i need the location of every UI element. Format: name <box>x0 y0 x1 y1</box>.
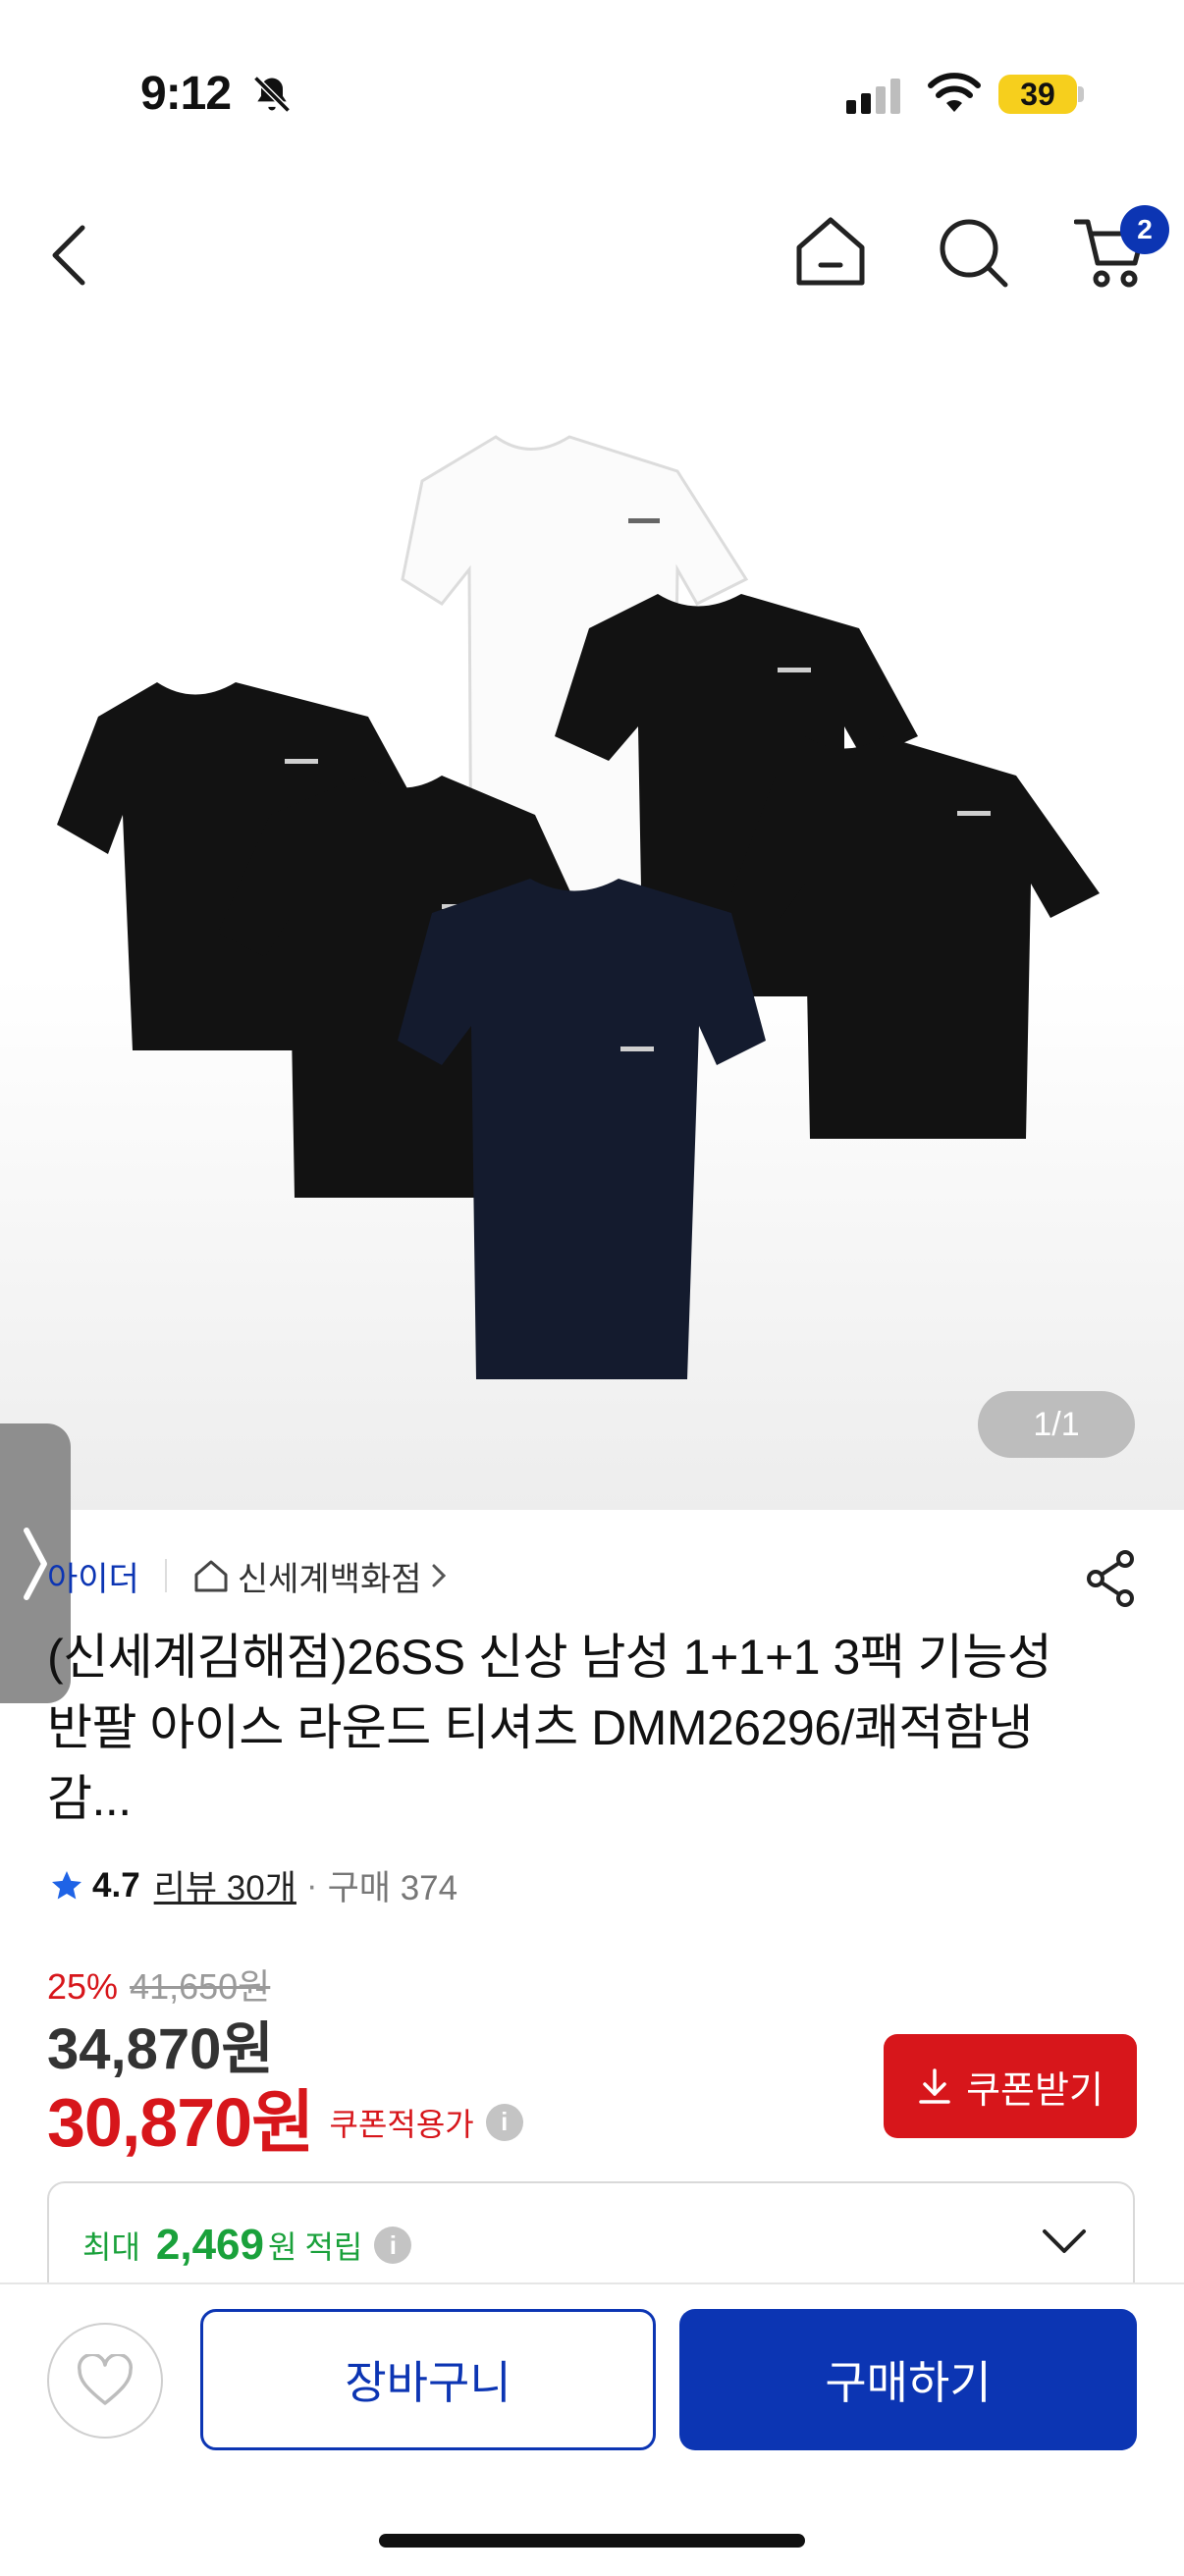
buy-now-button[interactable]: 구매하기 <box>679 2309 1137 2450</box>
heart-icon <box>78 2354 133 2405</box>
dot-separator: · <box>305 1865 318 1905</box>
back-icon[interactable] <box>47 222 90 289</box>
rating-row: 4.7 리뷰 30개 · 구매 374 <box>49 1860 457 1910</box>
store-name: 신세계백화점 <box>237 1560 422 1598</box>
add-to-cart-button[interactable]: 장바구니 <box>200 2309 656 2450</box>
purchase-count: 구매 374 <box>327 1869 458 1907</box>
image-counter: 1/1 <box>978 1391 1135 1458</box>
brand-link[interactable]: 아이더 <box>47 1552 139 1600</box>
review-link[interactable]: 리뷰 30개 <box>154 1860 296 1910</box>
share-icon[interactable] <box>1084 1549 1137 1608</box>
wifi-icon <box>928 73 981 112</box>
chevron-right-small-icon <box>432 1564 446 1587</box>
sale-price-row: 30,870원 쿠폰적용가 i <box>47 2067 523 2167</box>
search-icon[interactable] <box>937 216 1011 291</box>
chevron-right-icon <box>24 1527 47 1600</box>
star-icon <box>52 1870 81 1899</box>
store-home-icon <box>194 1560 228 1592</box>
points-value: 2,469 <box>155 2221 264 2269</box>
rating-value: 4.7 <box>92 1865 140 1905</box>
product-image <box>57 435 1100 1379</box>
home-indicator <box>379 2534 805 2548</box>
points-prefix: 최대 <box>82 2229 140 2265</box>
points-suffix: 적립 <box>304 2229 363 2265</box>
points-unit: 원 <box>268 2229 297 2265</box>
coupon-price-label: 쿠폰적용가 <box>329 2106 474 2142</box>
discount-percent: 25% <box>47 1966 119 2007</box>
product-image-gallery[interactable] <box>0 324 1184 1510</box>
coupon-button-label: 쿠폰받기 <box>966 2069 1103 2112</box>
home-icon[interactable] <box>791 214 870 289</box>
product-title: (신세계김해점)26SS 신상 남성 1+1+1 3팩 기능성 반팔 아이스 라… <box>47 1630 1052 1826</box>
battery-indicator: 39 <box>998 75 1077 114</box>
bell-off-icon <box>253 76 291 113</box>
coupon-sale-price: 30,870원 <box>47 2084 315 2161</box>
info-icon[interactable]: i <box>485 2103 523 2141</box>
status-time: 9:12 <box>140 68 232 120</box>
points-info-icon[interactable]: i <box>374 2227 412 2264</box>
download-icon <box>919 2068 950 2104</box>
coupon-download-button[interactable]: 쿠폰받기 <box>884 2034 1137 2138</box>
chevron-down-icon[interactable] <box>1041 2227 1088 2256</box>
brand-store-row: 아이더 신세계백화점 <box>47 1551 448 1600</box>
divider <box>164 1559 167 1592</box>
signal-icon <box>846 79 900 114</box>
points-row: 최대 2,469 원 적립 i <box>82 2221 412 2270</box>
wishlist-button[interactable] <box>47 2323 163 2439</box>
battery-tip <box>1078 86 1084 102</box>
cart-count-badge: 2 <box>1120 205 1169 254</box>
store-link[interactable]: 신세계백화점 <box>192 1552 448 1600</box>
